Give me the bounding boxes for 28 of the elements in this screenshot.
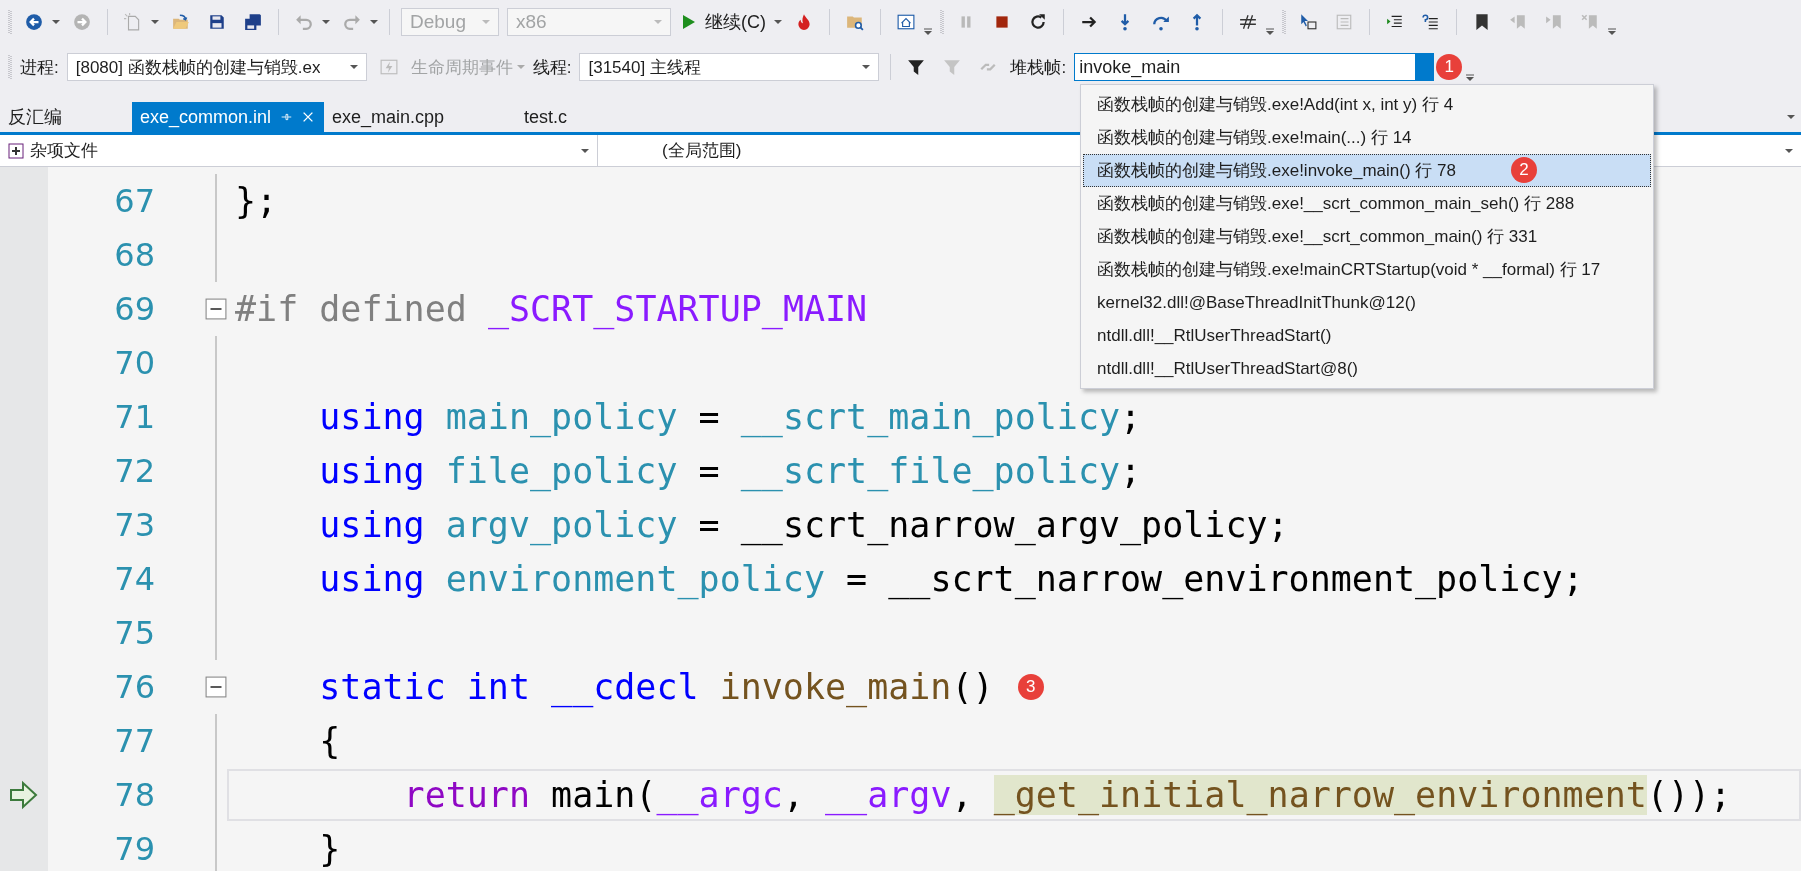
thread-label: 线程: — [532, 56, 572, 79]
line-number: 71 — [113, 398, 155, 436]
annotation-badge: 3 — [1017, 674, 1044, 700]
stack-frame-label: 堆栈帧: — [1010, 56, 1067, 79]
code-line: using environment_policy = __scrt_narrow_environment_policy; — [318, 559, 1584, 599]
line-number: 75 — [113, 614, 155, 652]
line-number: 74 — [113, 560, 155, 598]
code-line: using main_policy = __scrt_main_policy; — [318, 397, 1142, 437]
code-line: static int __cdecl invoke_main() — [318, 667, 994, 707]
line-number: 78 — [113, 776, 155, 814]
code-line: using argv_policy = __scrt_narrow_argv_policy; — [318, 505, 1289, 545]
code-line: { — [318, 721, 341, 761]
process-label: 进程: — [20, 56, 59, 79]
code-line: #if defined _SCRT_STARTUP_MAIN — [235, 289, 868, 329]
line-number: 77 — [113, 722, 155, 760]
line-number: 76 — [113, 668, 155, 706]
line-number: 72 — [113, 452, 155, 490]
annotation-badge: 1 — [1436, 54, 1463, 80]
code-line: return main(__argc, __argv, _get_initial_narrow_environment()); — [402, 775, 1732, 815]
line-number: 73 — [113, 506, 155, 544]
line-number: 69 — [113, 290, 155, 328]
code-line: } — [318, 829, 341, 869]
line-number: 67 — [113, 182, 155, 220]
code-line: }; — [235, 181, 278, 221]
code-line: using file_policy = __scrt_file_policy; — [318, 451, 1142, 491]
line-number: 79 — [113, 830, 155, 868]
line-number: 68 — [113, 236, 155, 274]
line-number: 70 — [113, 344, 155, 382]
